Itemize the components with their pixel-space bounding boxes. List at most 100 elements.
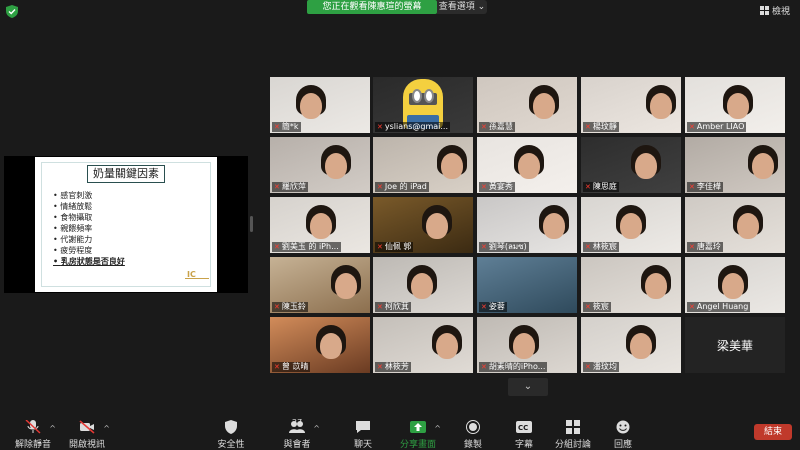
presentation-slide: 奶量關鍵因素 感官刺激 情緒放鬆 食物攝取 親餵頻率 代謝能力 疲勞程度 乳房狀… [35,157,217,292]
view-label: 檢視 [771,7,790,17]
participant-face [630,333,652,359]
split-resize-handle[interactable] [250,216,253,232]
unmute-button[interactable]: ^ 解除靜音 [8,420,58,450]
smiley-icon [616,420,630,434]
chat-button[interactable]: 聊天 [338,420,388,450]
share-screen-button[interactable]: ^ 分享畫面 [393,420,443,450]
participant-name-label: ✕ Angel Huang [687,302,751,312]
participant-name: 孫嘉慧 [488,122,513,131]
end-meeting-button[interactable]: 結束 [754,424,792,440]
shield-icon [225,420,237,434]
breakout-rooms-icon [566,420,580,434]
participant-tile[interactable]: ✕ 黃宴秀 [477,137,577,193]
participant-tile[interactable]: ✕ 劉琴(ลมซ) [477,197,577,253]
participant-tile[interactable]: ✕ Angel Huang [685,257,785,313]
participant-name-label: ✕ Amber LIAO [687,122,747,132]
participant-name: 林筱宸 [592,242,617,251]
slide-bullet: 感官刺激 [53,190,125,201]
participant-name-label: ✕ 林筱宸 [583,242,619,252]
mic-muted-icon: ✕ [274,123,280,131]
participant-name-label: ✕ 唐嘉玲 [687,242,723,252]
share-screen-label: 分享畫面 [399,440,436,450]
participant-tile[interactable]: ✕ 孫嘉慧 [477,77,577,133]
participant-tile[interactable]: ✕ 楊玟靜 [581,77,681,133]
mic-muted-icon: ✕ [689,123,695,131]
participant-tile[interactable]: ✕ 唐嘉玲 [685,197,785,253]
reactions-button[interactable]: 回應 [598,420,648,450]
chevron-up-icon[interactable]: ^ [49,424,56,433]
participant-tile[interactable]: ✕ 簡*k [270,77,370,133]
mic-muted-icon: ✕ [377,303,383,311]
participant-tile[interactable]: 梁美華 [685,317,785,373]
chat-label: 聊天 [353,440,372,450]
encryption-shield-icon[interactable] [6,5,18,18]
chevron-up-icon[interactable]: ^ [103,424,110,433]
slide-bullet-list: 感官刺激 情緒放鬆 食物攝取 親餵頻率 代謝能力 疲勞程度 乳房狀態是否良好 [53,190,125,267]
mic-muted-icon: ✕ [585,123,591,131]
view-options-label: 查看選項 [438,2,475,12]
participant-tile[interactable]: ✕ 陳思庭 [581,137,681,193]
participant-name-label: ✕ 曾 苡晴 [272,362,311,372]
participant-name: 唐嘉玲 [696,242,721,251]
participant-face [635,153,657,179]
slide-bullet: 疲勞程度 [53,245,125,256]
participant-tile[interactable]: ✕ 羅欣萍 [270,137,370,193]
captions-label: 字幕 [514,440,533,450]
participant-tile[interactable]: ✕ yslians@gmai... [373,77,473,133]
participant-name-label: ✕ 柯欣萁 [375,302,411,312]
participant-tile[interactable]: ✕ 柯欣萁 [373,257,473,313]
participant-name: Angel Huang [696,302,749,311]
mic-muted-icon: ✕ [274,243,280,251]
participant-name-label: ✕ 楊玟靜 [583,122,619,132]
participant-tile[interactable]: ✕ 潘玟均 [581,317,681,373]
participant-name-label: ✕ 筱宸 [583,302,611,312]
breakout-rooms-button[interactable]: 分組討論 [548,420,598,450]
shared-screen: 奶量關鍵因素 感官刺激 情緒放鬆 食物攝取 親餵頻率 代謝能力 疲勞程度 乳房狀… [4,156,248,293]
participant-face [722,273,744,299]
record-label: 錄製 [463,440,482,450]
chevron-up-icon[interactable]: ^ [313,424,320,433]
captions-button[interactable]: CC 字幕 [499,420,549,450]
participant-name-label: ✕ 仙佩 郭 [375,242,414,252]
participant-tile[interactable]: ✕ 陳玉鈴 [270,257,370,313]
participant-tile[interactable]: ✕ 李佳樺 [685,137,785,193]
start-video-button[interactable]: ^ 開啟視訊 [62,420,112,450]
participant-name: 劉琴(ลมซ) [488,242,527,251]
participant-tile[interactable]: ✕ Amber LIAO [685,77,785,133]
participant-tile[interactable]: ✕ 仙佩 郭 [373,197,473,253]
participant-name-label: ✕ 孫嘉慧 [479,122,515,132]
participant-face [300,93,322,119]
record-button[interactable]: 錄製 [448,420,498,450]
participant-tile[interactable]: ✕ 筱宸 [581,257,681,313]
participant-tile[interactable]: ✕ 林筱芳 [373,317,473,373]
participant-tile[interactable]: ✕ 林筱宸 [581,197,681,253]
security-label: 安全性 [217,440,245,450]
participant-tile[interactable]: ✕ 劉美玉 的 iPh... [270,197,370,253]
security-button[interactable]: 安全性 [206,420,256,450]
participant-face [727,93,749,119]
participant-name: Joe 的 iPad [384,182,427,191]
participants-button[interactable]: 27 ^ 與會者 [272,418,322,450]
grid-icon [759,6,769,15]
participants-label: 與會者 [283,440,311,450]
participant-face [650,93,672,119]
chevron-up-icon[interactable]: ^ [434,424,441,433]
participant-name-label: ✕ yslians@gmai... [375,122,450,132]
participant-face [441,153,463,179]
participant-name: Amber LIAO [696,122,745,131]
view-button[interactable]: 檢視 [759,4,790,17]
participant-face [737,213,759,239]
participant-tile[interactable]: ✕ 胡素晴的iPho... [477,317,577,373]
participant-tile[interactable]: ✕ 曾 苡晴 [270,317,370,373]
participant-name: yslians@gmai... [384,122,448,131]
participant-name-label: ✕ 劉琴(ลมซ) [479,242,529,252]
mic-muted-icon: ✕ [481,183,487,191]
view-options-button[interactable]: 查看選項 ⌄ [437,0,487,14]
mic-muted-icon: ✕ [585,183,591,191]
gallery-page-down-button[interactable]: ⌄ [508,378,548,396]
participant-tile[interactable]: ✕ Joe 的 iPad [373,137,473,193]
mic-muted-icon: ✕ [689,303,695,311]
participant-tile[interactable]: ✕ 姿蓉 [477,257,577,313]
participant-name-label: ✕ 黃宴秀 [479,182,515,192]
chat-bubble-icon [356,421,370,433]
